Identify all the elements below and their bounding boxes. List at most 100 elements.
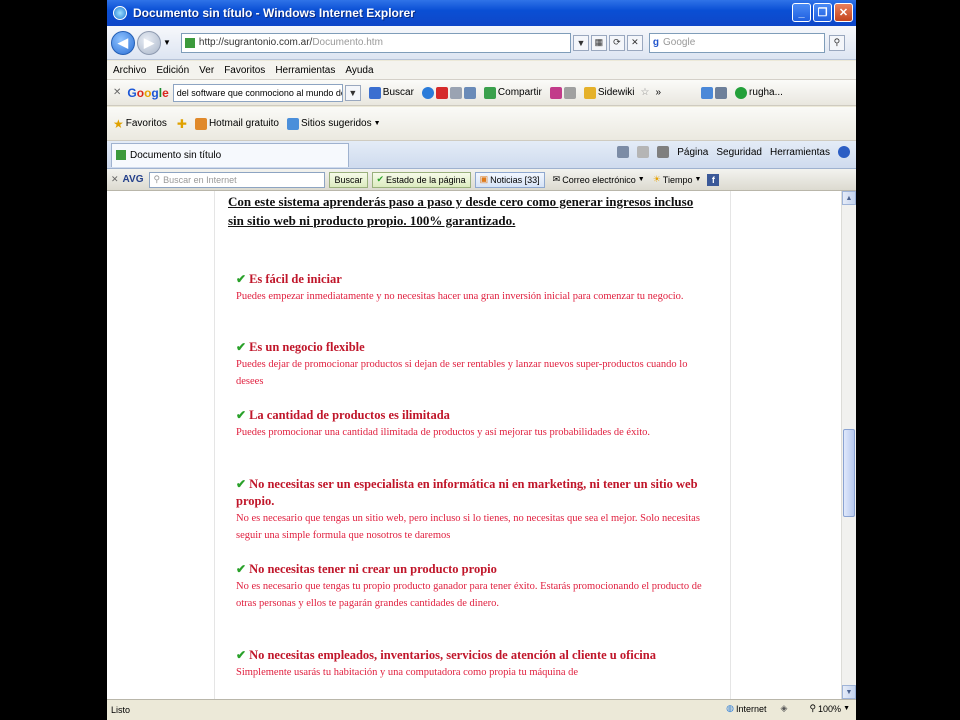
wrench-settings[interactable]: [701, 86, 728, 99]
minimize-button[interactable]: _: [792, 3, 811, 22]
block-icon: [435, 86, 448, 99]
feature-item: ✔ No necesitas tener ni crear un producto…: [236, 561, 706, 612]
avg-buscar-button[interactable]: Buscar: [329, 171, 368, 188]
menu-herramientas[interactable]: Herramientas: [275, 65, 335, 76]
menu-ver[interactable]: Ver: [199, 65, 214, 76]
search-go-icon[interactable]: ⚲: [828, 34, 845, 51]
avg-logo: AVG: [122, 174, 144, 185]
url-page: Documento.htm: [312, 37, 383, 48]
url-input[interactable]: http://sugrantonio.com.ar/Documento.htm: [180, 32, 571, 53]
settings-icon: [715, 86, 728, 99]
list-icon: [563, 86, 576, 99]
estado-pagina-button[interactable]: ✔ Estado de la página: [371, 171, 471, 188]
google-extras[interactable]: [421, 86, 476, 99]
page-content: Con este sistema aprenderás paso a paso …: [107, 191, 856, 699]
page-rank-icon: [449, 86, 462, 99]
mail-icon: ✉: [552, 174, 561, 184]
compartir-label: Compartir: [497, 87, 542, 98]
zoom-label: 100%: [818, 703, 842, 714]
scroll-down-icon[interactable]: ▼: [842, 685, 856, 699]
back-button[interactable]: ◀: [111, 30, 135, 55]
feature-desc: No es necesario que tengas un sitio web,…: [236, 513, 700, 541]
zoom-icon: ⚲: [809, 703, 817, 713]
tab-documento[interactable]: Documento sin título: [111, 142, 349, 167]
google-toolbar: ✕ Google del software que conmociono al …: [107, 80, 856, 106]
zoom-control[interactable]: ⚲ 100% ▼: [809, 703, 850, 714]
checkmark-icon: ✔: [236, 562, 247, 576]
hotmail-label: Hotmail gratuito: [208, 118, 279, 129]
checkmark-icon: ✔: [236, 408, 247, 422]
favoritos-label: Favoritos: [125, 118, 167, 129]
restore-button[interactable]: ❐: [813, 3, 832, 22]
headline: Con este sistema aprenderás paso a paso …: [228, 194, 694, 228]
noticias-button[interactable]: ▣ Noticias [33]: [474, 171, 545, 188]
noticias-label: Noticias [33]: [490, 174, 540, 185]
feature-desc: Puedes promocionar una cantidad ilimitad…: [236, 427, 651, 438]
checkmark-icon: ✔: [236, 648, 247, 662]
google-search-icon: [368, 86, 381, 99]
add-favorite-icon[interactable]: ✚: [177, 117, 187, 131]
facebook-icon[interactable]: f: [707, 173, 720, 186]
history-dropdown-icon[interactable]: ▼: [163, 38, 171, 47]
correo-button[interactable]: ✉ Correo electrónico ▼: [553, 174, 645, 185]
menu-edicion[interactable]: Edición: [156, 65, 189, 76]
help-icon[interactable]: [838, 146, 850, 158]
toolbar-close-icon[interactable]: ✕: [111, 174, 119, 185]
protected-mode-icon[interactable]: ◈: [781, 703, 788, 714]
security-zone[interactable]: ◍ Internet: [726, 703, 766, 714]
google-buscar-button[interactable]: Buscar: [368, 86, 414, 99]
status-text: Listo: [111, 705, 131, 715]
sidewiki-button[interactable]: Sidewiki: [583, 86, 635, 99]
menu-bar: Archivo Edición Ver Favoritos Herramient…: [107, 61, 856, 80]
correo-label: Correo electrónico: [562, 174, 636, 185]
ie-logo-icon: [113, 6, 127, 20]
star-icon[interactable]: ☆: [641, 87, 650, 98]
more-tools[interactable]: [549, 86, 576, 99]
stop-icon[interactable]: ✕: [626, 34, 643, 51]
print-icon[interactable]: [657, 146, 670, 158]
vertical-scrollbar[interactable]: ▲ ▼: [841, 191, 856, 699]
close-button[interactable]: ✕: [834, 3, 853, 22]
menu-archivo[interactable]: Archivo: [113, 65, 146, 76]
document-page: Con este sistema aprenderás paso a paso …: [214, 191, 731, 699]
more-chevron-icon[interactable]: »: [655, 87, 661, 98]
compatibility-icon[interactable]: ▦: [590, 34, 607, 51]
feeds-icon[interactable]: [637, 146, 650, 158]
refresh-icon[interactable]: ⟳: [608, 34, 625, 51]
forward-button[interactable]: ▶: [137, 30, 161, 55]
hotmail-link[interactable]: Hotmail gratuito: [194, 117, 279, 130]
feature-desc: Puedes empezar inmediatamente y no neces…: [236, 291, 684, 302]
compartir-button[interactable]: Compartir: [483, 86, 542, 99]
feature-title: Es un negocio flexible: [249, 340, 365, 354]
seguridad-menu[interactable]: Seguridad: [716, 147, 762, 158]
scroll-up-icon[interactable]: ▲: [842, 191, 856, 205]
share-icon: [483, 86, 496, 99]
menu-ayuda[interactable]: Ayuda: [345, 65, 373, 76]
url-dropdown-icon[interactable]: ▼: [572, 34, 589, 51]
search-input[interactable]: g Google: [648, 32, 825, 53]
checkmark-icon: ✔: [236, 477, 247, 491]
scroll-thumb[interactable]: [843, 429, 855, 517]
menu-favoritos[interactable]: Favoritos: [224, 65, 265, 76]
home-icon[interactable]: [617, 146, 630, 158]
feature-title: No necesitas empleados, inventarios, ser…: [249, 648, 656, 662]
feature-desc: Puedes dejar de promocionar productos si…: [236, 359, 688, 387]
dropdown-icon: ▼: [373, 120, 381, 127]
herramientas-menu[interactable]: Herramientas: [770, 147, 830, 158]
toolbar-close-icon[interactable]: ✕: [113, 87, 121, 98]
pagina-menu[interactable]: Página: [677, 147, 708, 158]
google-user-label: rugha...: [749, 87, 783, 98]
tab-title: Documento sin título: [130, 149, 222, 161]
favoritos-button[interactable]: ★ Favoritos: [113, 117, 167, 131]
avg-search-input[interactable]: ⚲ Buscar en Internet: [149, 171, 326, 188]
favorites-star-icon: ★: [113, 116, 124, 131]
sidewiki-label: Sidewiki: [597, 87, 635, 98]
avg-toolbar: ✕ AVG ⚲ Buscar en Internet Buscar ✔ Esta…: [107, 169, 856, 191]
google-dropdown-icon[interactable]: ▼: [344, 84, 361, 101]
sitios-sugeridos-link[interactable]: Sitios sugeridos ▼: [286, 117, 381, 130]
google-search-input[interactable]: del software que conmociono al mundo de …: [172, 83, 343, 102]
wrench-icon: [701, 86, 714, 99]
tiempo-button[interactable]: ☀ Tiempo ▼: [653, 174, 702, 185]
feature-title: Es fácil de iniciar: [249, 272, 342, 286]
google-user-button[interactable]: rugha...: [735, 86, 783, 99]
